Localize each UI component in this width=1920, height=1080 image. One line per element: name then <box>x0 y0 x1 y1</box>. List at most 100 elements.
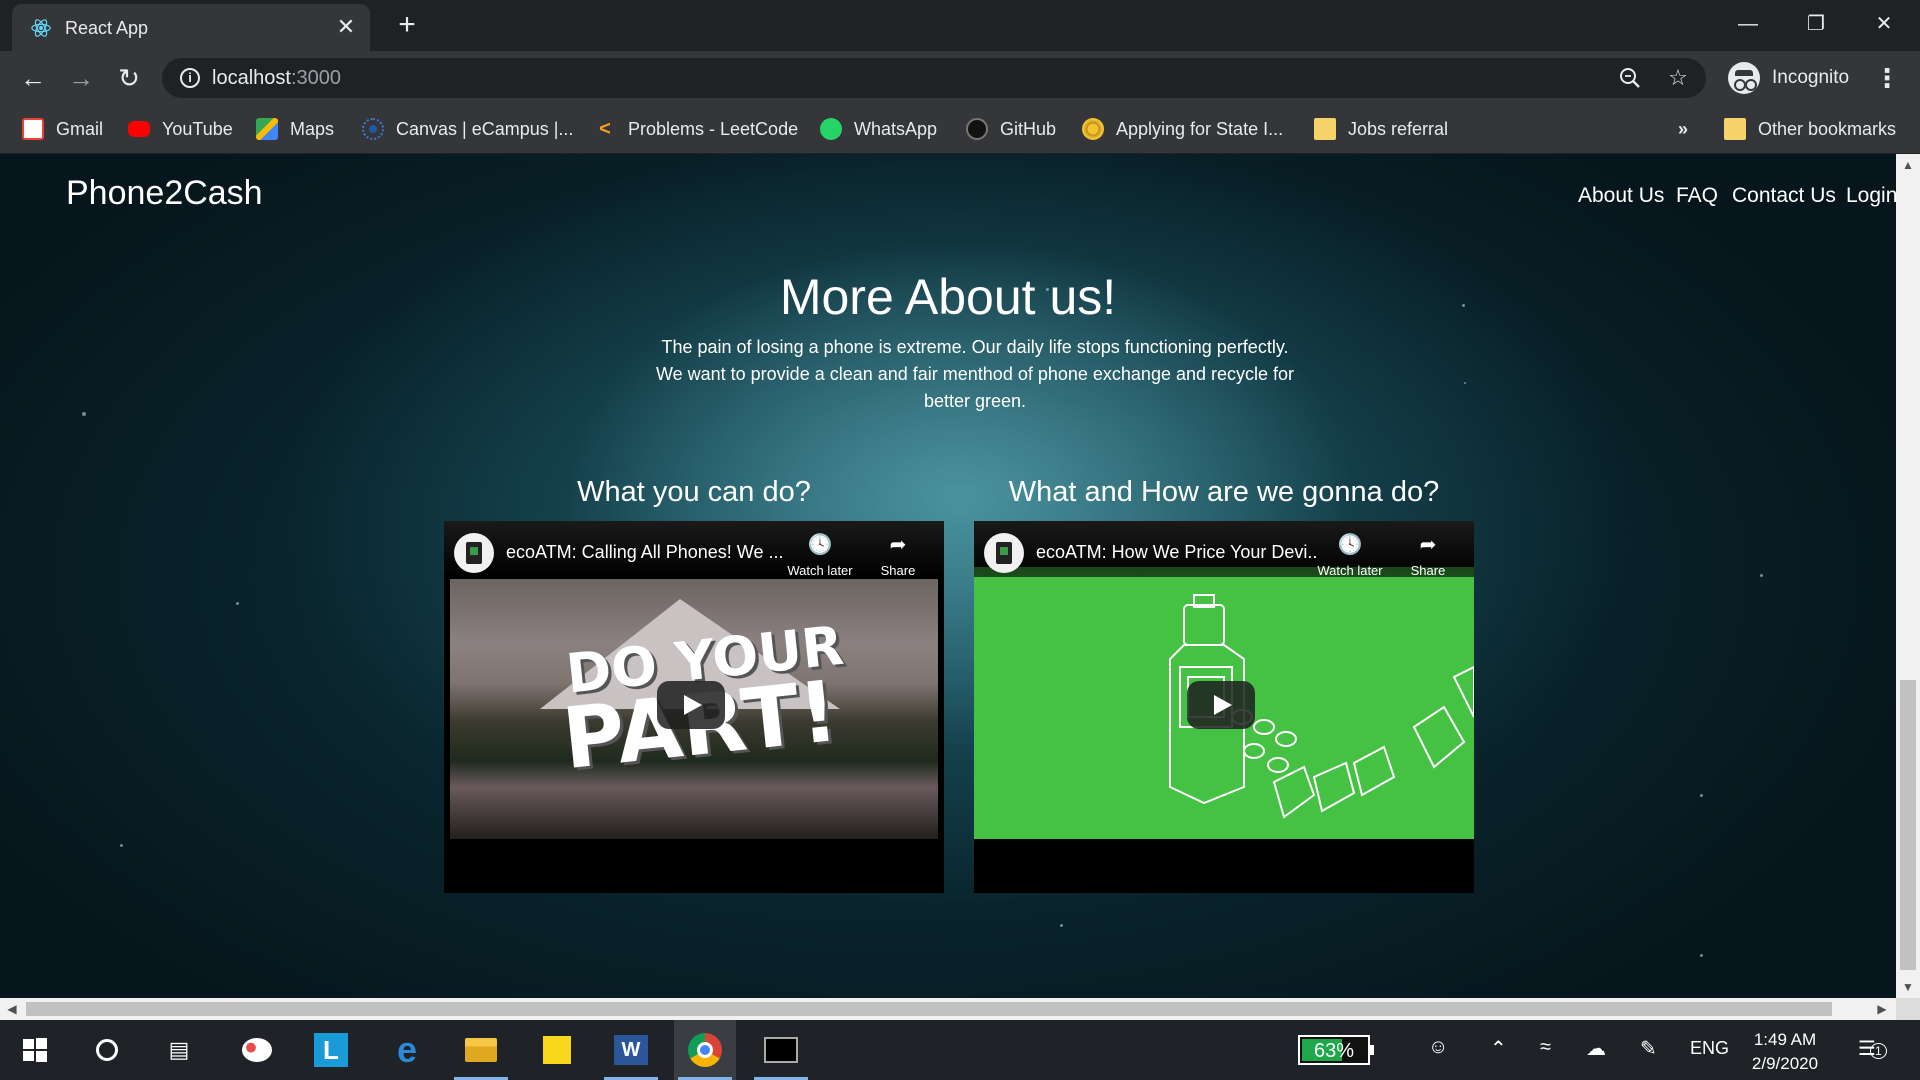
share-button[interactable]: ➦ Share <box>858 533 938 578</box>
browser-toolbar: ← → ↻ i localhost:3000 ☆ Incognito ⋮ <box>0 51 1920 105</box>
sticky-notes-icon[interactable] <box>526 1020 588 1080</box>
tab-close-icon[interactable]: ✕ <box>334 15 358 39</box>
scroll-left-icon[interactable]: ◀ <box>0 1002 24 1016</box>
pen-icon[interactable]: ✎ <box>1640 1036 1657 1061</box>
people-icon[interactable]: ☺ <box>1428 1036 1448 1059</box>
word-icon[interactable]: W <box>600 1020 662 1080</box>
bookmark-maps[interactable]: Maps <box>256 115 334 143</box>
maps-icon <box>256 118 278 140</box>
bookmark-github[interactable]: GitHub <box>966 115 1056 143</box>
scroll-right-icon[interactable]: ▶ <box>1870 1002 1894 1016</box>
l-app-icon[interactable]: L <box>300 1020 362 1080</box>
bookmark-leetcode[interactable]: < Problems - LeetCode <box>594 115 798 143</box>
browser-window: React App ✕ + — ❐ ✕ ← → ↻ i localhost:30… <box>0 0 1920 1020</box>
bookmark-jobs-referral[interactable]: Jobs referral <box>1314 115 1448 143</box>
horizontal-scrollbar[interactable]: ◀ ▶ <box>0 998 1896 1020</box>
bookmark-label: Gmail <box>56 118 104 139</box>
horizontal-scroll-thumb[interactable] <box>26 1002 1832 1016</box>
forward-icon[interactable]: → <box>64 61 98 95</box>
nav-faq[interactable]: FAQ <box>1676 184 1718 208</box>
nav-login[interactable]: Login <box>1846 184 1896 208</box>
scroll-up-icon[interactable]: ▲ <box>1896 158 1920 172</box>
incognito-label: Incognito <box>1772 67 1850 88</box>
github-icon <box>966 118 988 140</box>
reload-icon[interactable]: ↻ <box>112 61 146 95</box>
bookmark-label: Applying for State I... <box>1116 118 1284 139</box>
vertical-scroll-thumb[interactable] <box>1900 680 1916 970</box>
tab-react-app[interactable]: React App ✕ <box>12 4 370 51</box>
back-icon[interactable]: ← <box>16 61 50 95</box>
notifications-icon[interactable]: ☰1 <box>1858 1036 1887 1061</box>
battery-indicator[interactable]: 63% <box>1298 1035 1374 1065</box>
bookmarks-overflow-button[interactable]: » <box>1678 115 1688 143</box>
address-bar[interactable]: i localhost:3000 ☆ <box>162 58 1706 98</box>
scroll-down-icon[interactable]: ▼ <box>1896 980 1920 994</box>
clock-icon: 🕓 <box>807 534 833 556</box>
show-hidden-icons-chevron-up-icon[interactable]: ⌃ <box>1490 1036 1507 1061</box>
bookmark-star-icon[interactable]: ☆ <box>1664 64 1692 92</box>
youtube-video-1[interactable]: DO YOUR PART! ecoATM: Calling All Phones… <box>444 521 944 893</box>
bookmark-canvas[interactable]: Canvas | eCampus |... <box>362 115 573 143</box>
bookmark-whatsapp[interactable]: WhatsApp <box>820 115 937 143</box>
nav-about-us[interactable]: About Us <box>1578 184 1664 208</box>
other-bookmarks[interactable]: Other bookmarks <box>1724 115 1896 143</box>
brand-logo[interactable]: Phone2Cash <box>66 174 263 213</box>
language-indicator[interactable]: ENG <box>1690 1038 1729 1059</box>
other-bookmarks-label: Other bookmarks <box>1758 118 1897 139</box>
vertical-scrollbar[interactable]: ▲ ▼ <box>1896 154 1920 998</box>
about-text-line: The pain of losing a phone is extreme. O… <box>661 337 1289 357</box>
chrome-icon[interactable] <box>674 1020 736 1080</box>
file-explorer-icon[interactable] <box>450 1020 512 1080</box>
restore-icon[interactable]: ❐ <box>1788 6 1844 42</box>
bookmark-state[interactable]: Applying for State I... <box>1082 115 1283 143</box>
notification-count: 1 <box>1869 1043 1887 1059</box>
onedrive-cloud-icon[interactable]: ☁ <box>1586 1036 1606 1061</box>
folder-icon <box>1724 118 1746 140</box>
watch-later-button[interactable]: 🕓 Watch later <box>1310 533 1390 578</box>
youtube-icon <box>128 121 150 137</box>
watch-later-label: Watch later <box>787 563 853 578</box>
about-text: The pain of losing a phone is extreme. O… <box>648 334 1302 415</box>
video-title[interactable]: ecoATM: How We Price Your Devi... <box>1036 542 1316 563</box>
wifi-icon[interactable]: ≈ <box>1540 1036 1551 1059</box>
video-header: ecoATM: How We Price Your Devi... 🕓 Watc… <box>974 521 1474 578</box>
watch-later-button[interactable]: 🕓 Watch later <box>780 533 860 578</box>
bookmark-youtube[interactable]: YouTube <box>128 115 233 143</box>
youtube-video-2[interactable]: ecoATM: How We Price Your Devi... 🕓 Watc… <box>974 521 1474 893</box>
nav-contact-us[interactable]: Contact Us <box>1732 184 1836 208</box>
canvas-icon <box>362 118 384 140</box>
channel-avatar[interactable] <box>984 533 1024 573</box>
site-info-icon[interactable]: i <box>180 68 200 88</box>
system-clock[interactable]: 1:49 AM 2/9/2020 <box>1740 1028 1830 1076</box>
whatsapp-icon <box>820 118 842 140</box>
clock-date: 2/9/2020 <box>1751 1054 1819 1073</box>
cortana-icon[interactable] <box>76 1020 138 1080</box>
column-heading-what-and-how: What and How are we gonna do? <box>1008 476 1440 508</box>
play-button-icon[interactable] <box>1187 681 1255 729</box>
share-button[interactable]: ➦ Share <box>1388 533 1468 578</box>
channel-avatar[interactable] <box>454 533 494 573</box>
watch-later-label: Watch later <box>1317 563 1383 578</box>
bookmark-label: YouTube <box>162 118 233 139</box>
tab-title: React App <box>65 18 149 38</box>
incognito-profile-button[interactable]: Incognito <box>1720 58 1864 98</box>
windows-start-icon[interactable] <box>4 1020 66 1080</box>
video-title[interactable]: ecoATM: Calling All Phones! We ... <box>506 542 786 563</box>
play-button-icon[interactable] <box>657 681 725 729</box>
new-tab-button[interactable]: + <box>392 10 422 40</box>
window-close-icon[interactable]: ✕ <box>1856 6 1912 42</box>
bookmark-gmail[interactable]: Gmail <box>22 115 103 143</box>
task-view-icon[interactable]: ▤ <box>148 1020 210 1080</box>
bookmark-label: GitHub <box>1000 118 1057 139</box>
paint-icon[interactable] <box>226 1020 288 1080</box>
terminal-icon[interactable] <box>750 1020 812 1080</box>
minimize-icon[interactable]: — <box>1720 6 1776 42</box>
chrome-menu-icon[interactable]: ⋮ <box>1872 61 1902 95</box>
zoom-icon[interactable] <box>1616 64 1644 92</box>
url-host: localhost <box>212 67 291 89</box>
edge-icon[interactable]: e <box>376 1020 438 1080</box>
clock-icon: 🕓 <box>1337 534 1363 556</box>
bookmarks-bar: Gmail YouTube Maps Canvas | eCampus |...… <box>0 105 1920 154</box>
url-text[interactable]: localhost:3000 <box>212 67 341 90</box>
folder-icon <box>1314 118 1336 140</box>
